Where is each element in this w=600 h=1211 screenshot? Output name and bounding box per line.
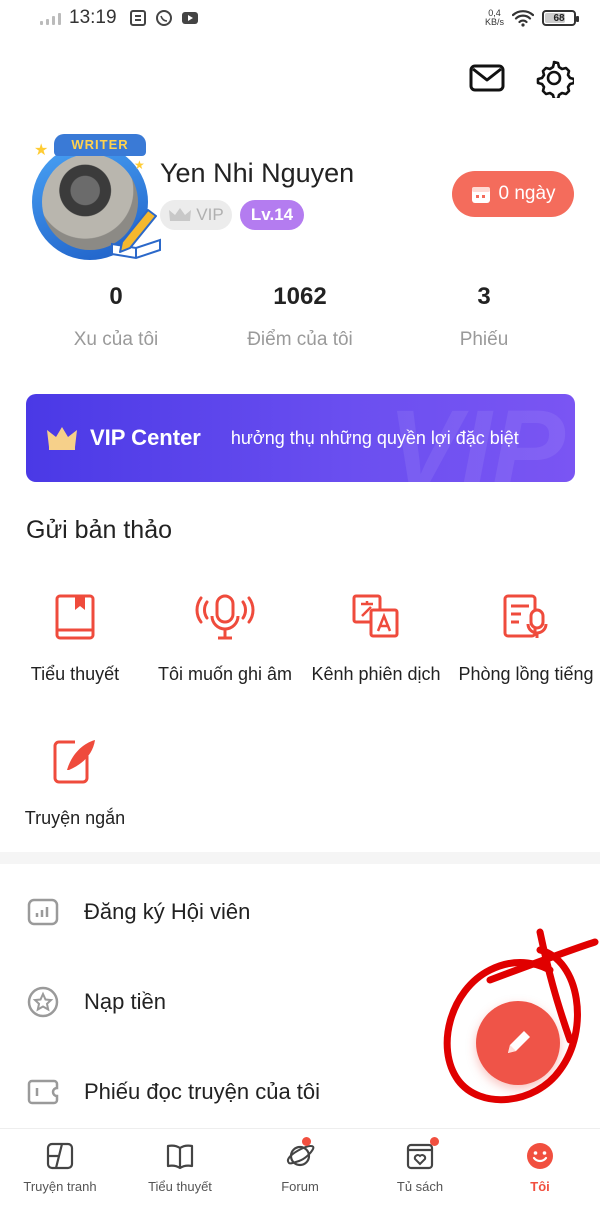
tab-me[interactable]: Tôi <box>480 1129 600 1211</box>
tab-label: Tôi <box>530 1179 550 1194</box>
bookshelf-icon <box>406 1143 434 1170</box>
tab-comics[interactable]: Truyện tranh <box>0 1129 120 1211</box>
tab-label: Forum <box>281 1179 319 1194</box>
tab-label: Tiểu thuyết <box>148 1179 212 1194</box>
star-icon: ★ <box>134 158 145 172</box>
tool-label: Tôi muốn ghi âm <box>157 664 293 684</box>
menu-label: Phiếu đọc truyện của tôi <box>84 1079 321 1104</box>
membership-chart-icon <box>27 898 59 926</box>
dubbing-icon <box>503 594 548 638</box>
vip-center-title: VIP Center <box>90 425 201 450</box>
section-title: Gửi bản thảo <box>26 516 172 544</box>
level-badge[interactable]: Lv.14 <box>240 200 304 230</box>
tool-label: Truyện ngắn <box>24 808 126 828</box>
whatsapp-icon <box>155 10 172 26</box>
tab-label: Truyện tranh <box>23 1179 97 1194</box>
vip-watermark: VIP <box>387 394 565 482</box>
bottom-tab-bar: Truyện tranh Tiểu thuyết Forum Tủ sách T… <box>0 1128 600 1211</box>
quill-icon <box>53 740 95 784</box>
tool-label: Kênh phiên dịch <box>311 664 441 684</box>
notification-dot <box>430 1137 439 1146</box>
avatar[interactable]: WRITER ★ ★ <box>24 132 161 262</box>
tool-label: Tiểu thuyết <box>30 664 120 684</box>
tab-novels[interactable]: Tiểu thuyết <box>120 1129 240 1211</box>
writer-badge: WRITER <box>54 134 146 156</box>
wifi-icon <box>512 10 534 27</box>
star-icon: ★ <box>34 142 49 159</box>
checkin-button[interactable]: 0 ngày <box>452 171 574 217</box>
stat-label: Điểm của tôi <box>247 329 353 350</box>
stat-value: 0 <box>109 283 123 310</box>
gear-icon[interactable] <box>534 58 574 98</box>
vip-center-banner[interactable]: VIP VIP Center hưởng thụ những quyền lợi… <box>26 394 575 482</box>
stat-label: Phiếu <box>459 329 509 350</box>
notification-dot <box>302 1137 311 1146</box>
translate-icon <box>352 594 399 638</box>
ticket-icon <box>27 1079 59 1105</box>
tool-novel[interactable]: Tiểu thuyết <box>0 592 150 685</box>
smile-face-icon <box>527 1143 553 1169</box>
comic-icon <box>46 1142 74 1170</box>
status-time: 13:19 <box>69 7 117 28</box>
microphone-icon <box>195 594 255 640</box>
tool-label: Phòng lồng tiếng <box>458 664 594 684</box>
stat-value: 1062 <box>273 283 327 310</box>
crown-icon <box>169 208 192 221</box>
network-speed: 0,4 KB/s <box>484 8 504 27</box>
stat-coins[interactable]: 0 Xu của tôi <box>26 283 206 351</box>
vip-status-badge[interactable]: VIP <box>160 200 232 230</box>
battery-indicator: 68 <box>542 10 579 26</box>
pencil-icon <box>508 1031 530 1053</box>
status-bar: 13:19 0,4 KB/s 68 <box>0 0 600 36</box>
stat-value: 3 <box>477 283 491 310</box>
menu-label: Nạp tiền <box>84 989 166 1014</box>
crown-icon <box>47 427 77 450</box>
tool-short-story[interactable]: Truyện ngắn <box>0 736 150 829</box>
write-button[interactable] <box>476 1001 560 1085</box>
menu-item-membership[interactable]: Đăng ký Hội viên <box>26 887 566 937</box>
tool-translate[interactable]: Kênh phiên dịch <box>301 592 451 685</box>
open-book-icon <box>166 1144 194 1170</box>
planet-icon <box>287 1145 315 1167</box>
stat-points[interactable]: 1062 Điểm của tôi <box>210 283 390 351</box>
screenshot-icon <box>129 10 146 26</box>
stat-tickets[interactable]: 3 Phiếu <box>394 283 574 351</box>
tab-bookshelf[interactable]: Tủ sách <box>360 1129 480 1211</box>
star-coin-icon <box>27 986 59 1018</box>
section-divider <box>0 852 600 864</box>
tool-dubbing[interactable]: Phòng lồng tiếng <box>451 592 600 685</box>
tool-record[interactable]: Tôi muốn ghi âm <box>150 592 300 685</box>
stat-label: Xu của tôi <box>73 329 159 350</box>
book-icon <box>55 594 95 640</box>
calendar-icon <box>472 187 491 203</box>
mail-icon[interactable] <box>468 60 506 96</box>
menu-item-reading-tickets[interactable]: Phiếu đọc truyện của tôi <box>26 1067 566 1117</box>
signal-icon <box>40 11 61 25</box>
pen-book-icon <box>111 209 161 260</box>
youtube-icon <box>181 12 198 24</box>
menu-label: Đăng ký Hội viên <box>84 899 251 924</box>
tab-label: Tủ sách <box>396 1179 444 1194</box>
tab-forum[interactable]: Forum <box>240 1129 360 1211</box>
user-name: Yen Nhi Nguyen <box>160 158 355 188</box>
